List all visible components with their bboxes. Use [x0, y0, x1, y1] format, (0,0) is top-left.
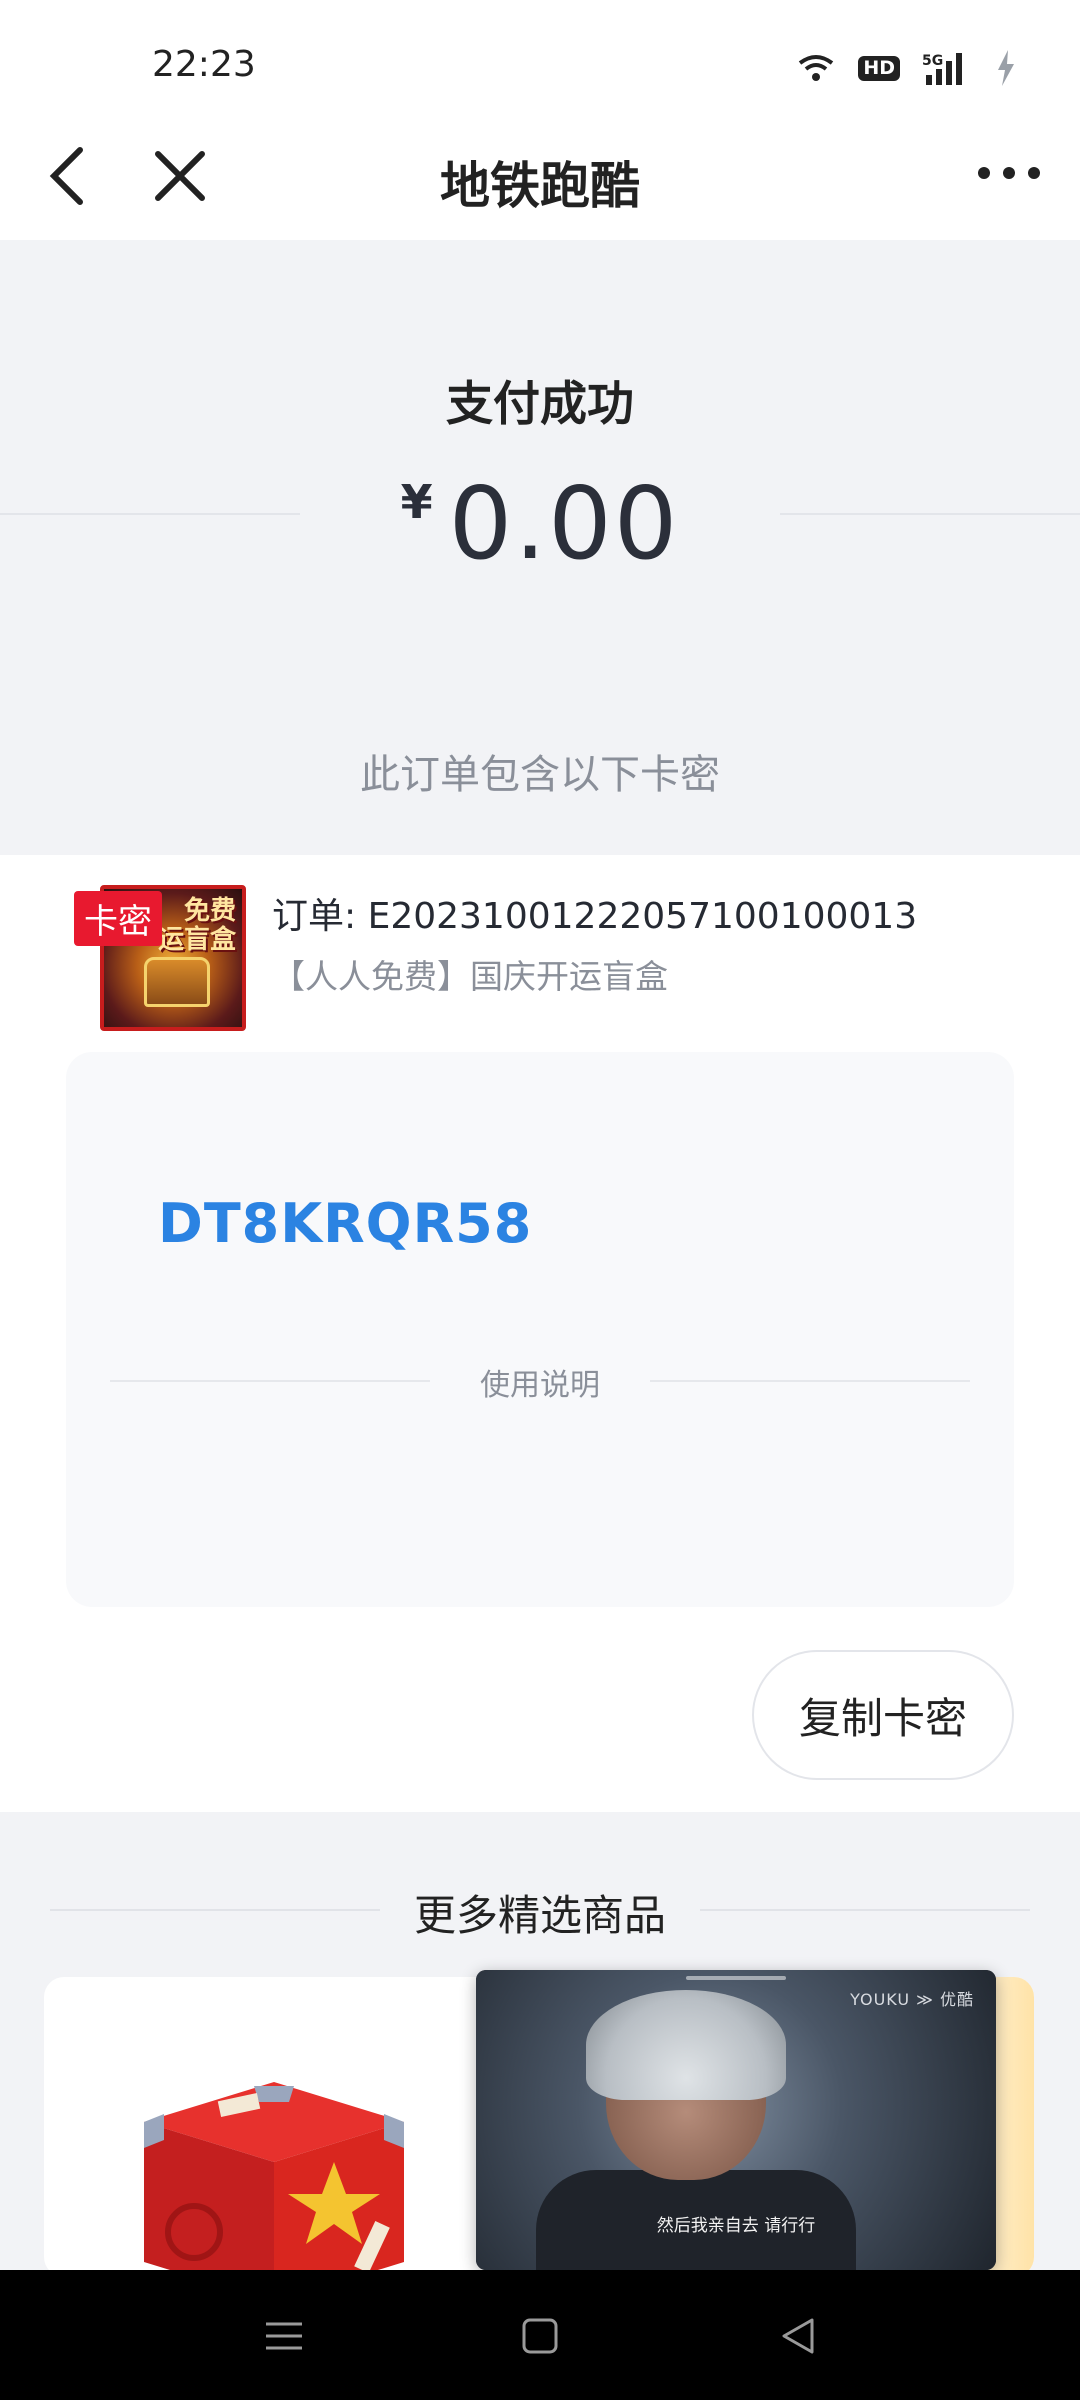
card-code[interactable]: DT8KRQR58 — [158, 1192, 532, 1255]
back-icon[interactable] — [776, 2314, 820, 2358]
wifi-icon — [799, 55, 834, 81]
mystery-box-icon — [144, 2082, 404, 2277]
video-figure — [586, 1990, 786, 2100]
divider — [0, 513, 300, 515]
order-number: 订单: E20231001222057100100013 — [272, 896, 918, 937]
card-type-tag: 卡密 — [74, 891, 162, 946]
floating-video-player[interactable]: YOUKU ≫ 优酷 然后我亲自去 请行行 — [476, 1970, 996, 2270]
video-subtitle: 然后我亲自去 请行行 — [656, 2216, 816, 2236]
hd-icon: HD — [858, 55, 900, 81]
svg-text:5G: 5G — [922, 53, 943, 69]
product-name: 【人人免费】国庆开运盲盒 — [272, 957, 668, 996]
system-navigation-bar — [0, 2270, 1080, 2400]
video-brand-logo: YOUKU ≫ 优酷 — [850, 1990, 974, 2009]
signal-5g-icon: 5G — [922, 53, 962, 85]
treasure-chest-icon — [144, 957, 210, 1007]
amount-value: 0.00 — [448, 465, 680, 582]
currency-symbol: ¥ — [400, 475, 433, 529]
card-code-box: DT8KRQR58 使用说明 — [66, 1052, 1014, 1607]
card-section-title: 此订单包含以下卡密 — [360, 752, 720, 798]
home-icon[interactable] — [518, 2314, 562, 2358]
payment-status: 支付成功 — [446, 377, 634, 432]
page-title: 地铁跑酷 — [440, 157, 640, 215]
drag-handle[interactable] — [686, 1976, 786, 1980]
divider — [780, 513, 1080, 515]
thumbnail-text: 免费 运盲盒 — [157, 896, 236, 955]
more-products-title: 更多精选商品 — [413, 1891, 666, 1940]
status-icons: HD 5G — [796, 50, 1016, 86]
payment-summary: 支付成功 ¥0.00 此订单包含以下卡密 — [0, 240, 1080, 855]
status-time: 22:23 — [152, 44, 256, 85]
payment-amount: ¥0.00 — [0, 465, 1080, 582]
nav-bar: 地铁跑酷 — [0, 100, 1080, 240]
order-card: 免费 运盲盒 卡密 订单: E20231001222057100100013 【… — [0, 855, 1080, 1812]
more-icon[interactable] — [974, 158, 1044, 188]
copy-code-button[interactable]: 复制卡密 — [752, 1650, 1014, 1780]
menu-icon[interactable] — [262, 2314, 306, 2358]
battery-charging-icon — [998, 50, 1014, 86]
usage-instructions-label[interactable]: 使用说明 — [66, 1360, 1014, 1404]
